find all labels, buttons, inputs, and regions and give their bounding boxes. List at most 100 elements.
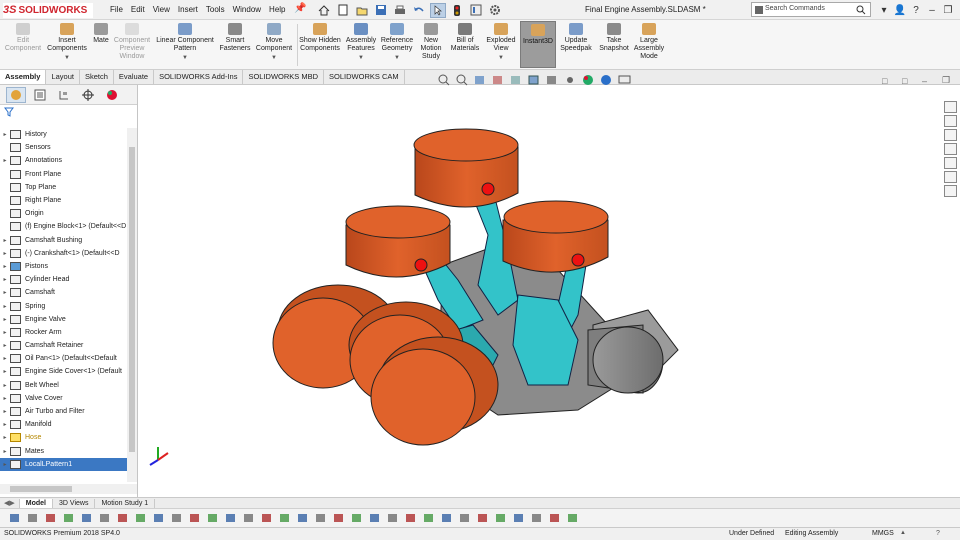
expand-arrow-icon[interactable]: ▸: [0, 329, 10, 336]
new-doc-icon[interactable]: [335, 3, 351, 18]
traffic-light-icon[interactable]: [449, 3, 465, 18]
tab-mbd[interactable]: SOLIDWORKS MBD: [243, 70, 325, 84]
expand-arrow-icon[interactable]: ▸: [0, 289, 10, 296]
tab-cam[interactable]: SOLIDWORKS CAM: [324, 70, 405, 84]
tree-item[interactable]: ▸ Rocker Arm: [0, 326, 127, 339]
rapid-sketch-icon[interactable]: [332, 513, 345, 524]
user-icon[interactable]: 👤: [892, 3, 908, 18]
file-properties-icon[interactable]: [468, 3, 484, 18]
tree-item[interactable]: ▸ Annotations: [0, 154, 127, 167]
expand-arrow-icon[interactable]: ▸: [0, 157, 10, 164]
layers-icon[interactable]: [386, 513, 399, 524]
viewport-expand-icon[interactable]: □: [882, 76, 894, 86]
insert-components-button[interactable]: Insert Components ▼: [44, 23, 90, 62]
expand-arrow-icon[interactable]: ▸: [0, 250, 10, 257]
hide-icon[interactable]: [512, 513, 525, 524]
update-speedpak-button[interactable]: Update Speedpak: [558, 23, 594, 53]
spline-icon[interactable]: [98, 513, 111, 524]
expand-arrow-icon[interactable]: ▸: [0, 395, 10, 402]
tree-item[interactable]: Right Plane: [0, 194, 127, 207]
reference-geometry-button[interactable]: Reference Geometry ▼: [379, 23, 415, 62]
normal-to-icon[interactable]: [458, 513, 471, 524]
viewport-minimize-icon[interactable]: –: [922, 76, 934, 86]
configurationmanager-tab-icon[interactable]: [54, 87, 74, 103]
linear-component-pattern-button[interactable]: Linear Component Pattern ▼: [154, 23, 216, 62]
options-gear-icon[interactable]: [487, 3, 503, 18]
piston[interactable]: [502, 200, 609, 273]
zoom-icon[interactable]: [404, 513, 417, 524]
display-manager-tab-icon[interactable]: [102, 87, 122, 103]
tree-horizontal-scrollbar[interactable]: [0, 484, 137, 494]
expand-arrow-icon[interactable]: ▸: [0, 408, 10, 415]
edit-component-button[interactable]: Edit Component: [4, 23, 42, 53]
tab-addins[interactable]: SOLIDWORKS Add-Ins: [154, 70, 244, 84]
tree-item[interactable]: ▸ LocalLPattern1: [0, 457, 127, 471]
tree-item[interactable]: Top Plane: [0, 181, 127, 194]
restore-icon[interactable]: ❐: [940, 3, 956, 18]
undo-icon[interactable]: [411, 3, 427, 18]
convert-icon[interactable]: [188, 513, 201, 524]
pattern-icon[interactable]: [242, 513, 255, 524]
smart-fasteners-button[interactable]: Smart Fasteners: [216, 23, 254, 53]
expand-arrow-icon[interactable]: ▸: [0, 276, 10, 283]
tree-item[interactable]: (f) Engine Block<1> (Default<<D: [0, 220, 127, 233]
mate-button[interactable]: Mate: [90, 23, 112, 45]
tree-item[interactable]: ▸ Cylinder Head: [0, 273, 127, 286]
tree-item[interactable]: Origin: [0, 207, 127, 220]
home-icon[interactable]: [316, 3, 332, 18]
viewport-maximize-icon[interactable]: ❐: [942, 75, 954, 86]
tree-item[interactable]: ▸ Manifold: [0, 418, 127, 431]
tree-item[interactable]: ▸ History: [0, 128, 127, 141]
menu-help[interactable]: Help: [265, 0, 289, 20]
solidworks-logo[interactable]: 3S SOLIDWORKS: [3, 3, 93, 18]
tree-item[interactable]: ▸ Camshaft Bushing: [0, 234, 127, 247]
tab-assembly[interactable]: Assembly: [0, 70, 47, 84]
expand-arrow-icon[interactable]: ▸: [0, 263, 10, 270]
tree-item[interactable]: ▸ Engine Side Cover<1> (Default: [0, 365, 127, 378]
dimxpert-tab-icon[interactable]: [78, 87, 98, 103]
shaded-sketch-icon[interactable]: [368, 513, 381, 524]
graphics-area[interactable]: □ □ – ❐ ✕: [138, 74, 960, 497]
point-icon[interactable]: [134, 513, 147, 524]
mirror-icon[interactable]: [224, 513, 237, 524]
tree-item[interactable]: ▸ Engine Valve: [0, 313, 127, 326]
menu-window[interactable]: Window: [229, 0, 265, 20]
exploded-view-button[interactable]: Exploded View ▼: [484, 23, 518, 62]
viewport-restore-icon[interactable]: □: [902, 76, 914, 86]
text-icon[interactable]: [152, 513, 165, 524]
expand-icon[interactable]: ▾: [876, 3, 892, 18]
menu-view[interactable]: View: [149, 0, 174, 20]
show-hidden-components-button[interactable]: Show Hidden Components: [299, 23, 341, 53]
open-icon[interactable]: [354, 3, 370, 18]
large-assembly-mode-button[interactable]: Large Assembly Mode: [631, 23, 667, 61]
repair-icon[interactable]: [296, 513, 309, 524]
move-icon[interactable]: [260, 513, 273, 524]
menu-tools[interactable]: Tools: [202, 0, 229, 20]
quick-snaps-icon[interactable]: [314, 513, 327, 524]
tree-item[interactable]: Sensors: [0, 141, 127, 154]
units-selector[interactable]: MMGS: [872, 530, 894, 537]
rectangle-icon[interactable]: [44, 513, 57, 524]
tree-item[interactable]: ▸ Camshaft: [0, 286, 127, 299]
rotate-icon[interactable]: [422, 513, 435, 524]
menu-edit[interactable]: Edit: [127, 0, 149, 20]
expand-arrow-icon[interactable]: ▸: [0, 237, 10, 244]
component-preview-button[interactable]: Component Preview Window: [112, 23, 152, 61]
scroll-thumb[interactable]: [129, 147, 135, 452]
relations-icon[interactable]: [278, 513, 291, 524]
minimize-icon[interactable]: –: [924, 3, 940, 18]
tree-item[interactable]: ▸ Oil Pan<1> (Default<<Default: [0, 352, 127, 365]
expand-arrow-icon[interactable]: ▸: [0, 382, 10, 389]
bill-of-materials-button[interactable]: Bill of Materials: [447, 23, 483, 53]
take-snapshot-button[interactable]: Take Snapshot: [597, 23, 631, 53]
new-motion-study-button[interactable]: New Motion Study: [416, 23, 446, 61]
settings-icon[interactable]: [566, 513, 579, 524]
featuremanager-tab-icon[interactable]: [6, 86, 26, 103]
trim-icon[interactable]: [170, 513, 183, 524]
tab-layout[interactable]: Layout: [46, 70, 80, 84]
chevron-up-icon[interactable]: ▲: [900, 530, 906, 536]
save-icon[interactable]: [373, 3, 389, 18]
line-icon[interactable]: [26, 513, 39, 524]
tree-item[interactable]: ▸ Hose: [0, 431, 127, 444]
propertymanager-tab-icon[interactable]: [30, 87, 50, 103]
